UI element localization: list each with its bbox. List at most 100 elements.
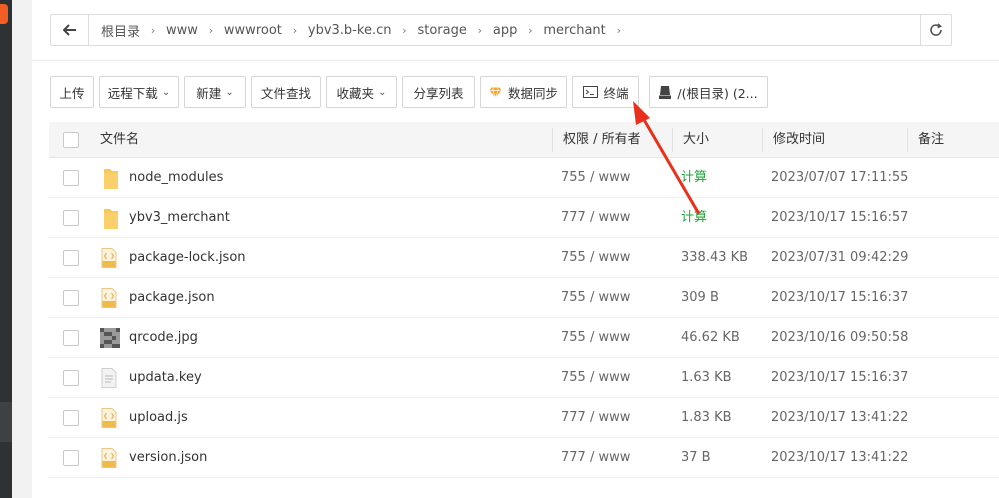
left-nav-strip [0, 0, 12, 498]
data-sync-label: 数据同步 [508, 85, 559, 101]
chevron-down-icon: ⌄ [161, 86, 171, 98]
table-row[interactable]: ybv3_merchant 777 / www 计算 2023/10/17 15:16… [49, 198, 999, 238]
table-row[interactable]: package-lock.json 755 / www 338.43 KB 2023/… [49, 238, 999, 278]
file-size: 37 B [681, 450, 711, 465]
column-divider [552, 128, 553, 152]
disk-button[interactable]: /(根目录) (2... [649, 76, 768, 108]
refresh-icon [930, 23, 942, 36]
file-mtime: 2023/10/16 09:50:58 [771, 330, 909, 345]
chevron-down-icon: ⌄ [225, 86, 234, 98]
file-perm[interactable]: 755 / www [561, 158, 630, 198]
table-header: 文件名 权限 / 所有者 大小 修改时间 备注 [49, 122, 999, 158]
row-checkbox[interactable] [63, 410, 79, 426]
file-perm[interactable]: 777 / www [561, 438, 630, 478]
refresh-button[interactable] [920, 14, 952, 46]
file-size: 338.43 KB [681, 250, 749, 265]
remote-download-label: 远程下载 [107, 85, 158, 101]
gutter [12, 0, 32, 498]
chevron-right-icon: › [292, 23, 298, 37]
file-search-label: 文件查找 [261, 85, 312, 101]
chevron-right-icon: › [528, 23, 533, 37]
image-file-icon [100, 328, 120, 348]
breadcrumb-item[interactable]: ybv3.b-ke.cn [302, 23, 398, 38]
folder-icon [101, 208, 121, 229]
row-checkbox[interactable] [63, 370, 79, 386]
breadcrumb-item[interactable]: www [160, 23, 204, 38]
table-row[interactable]: upload.js 777 / www 1.83 KB 2023/10/17 13:4… [49, 398, 999, 438]
file-name[interactable]: version.json [129, 438, 207, 478]
file-name[interactable]: ybv3_merchant [129, 198, 230, 238]
favorites-label: 收藏夹 [336, 85, 375, 101]
file-mtime: 2023/10/17 13:41:22 [771, 410, 909, 425]
file-size: 309 B [681, 290, 719, 305]
calc-size-link[interactable]: 计算 [681, 198, 707, 238]
file-name[interactable]: package-lock.json [129, 238, 246, 278]
file-size: 1.83 KB [681, 410, 732, 425]
upload-button[interactable]: 上传 [50, 76, 94, 108]
data-sync-button[interactable]: 数据同步 [480, 76, 567, 108]
chevron-right-icon: › [150, 23, 156, 37]
breadcrumb-item[interactable]: 根目录 [95, 21, 146, 40]
disk-icon [659, 85, 672, 99]
header-perm[interactable]: 权限 / 所有者 [563, 122, 641, 158]
chevron-right-icon: › [402, 23, 407, 37]
file-mtime: 2023/10/17 15:16:57 [771, 210, 909, 225]
file-perm[interactable]: 777 / www [561, 198, 630, 238]
row-checkbox[interactable] [63, 330, 79, 346]
table-row[interactable]: updata.key 755 / www 1.63 KB 2023/10/17 15:… [49, 358, 999, 398]
diamond-icon [489, 86, 502, 98]
file-mtime: 2023/10/17 15:16:37 [771, 290, 909, 305]
table-row[interactable]: qrcode.jpg 755 / www 46.62 KB 2023/10/16 09… [49, 318, 999, 358]
header-size[interactable]: 大小 [683, 122, 709, 158]
upload-label: 上传 [59, 85, 85, 101]
row-checkbox[interactable] [63, 250, 79, 266]
table-row[interactable]: version.json 777 / www 37 B 2023/10/17 13:4… [49, 438, 999, 478]
file-perm[interactable]: 777 / www [561, 398, 630, 438]
file-mtime: 2023/10/17 13:41:22 [771, 450, 909, 465]
file-name[interactable]: package.json [129, 278, 215, 318]
breadcrumb-item[interactable]: storage [411, 23, 472, 38]
text-file-icon [100, 368, 120, 388]
remote-download-button[interactable]: 远程下载 ⌄ [99, 76, 179, 108]
row-checkbox[interactable] [63, 210, 79, 226]
new-label: 新建 [196, 85, 222, 101]
row-checkbox[interactable] [63, 170, 79, 186]
header-mtime[interactable]: 修改时间 [773, 122, 825, 158]
header-name[interactable]: 文件名 [100, 122, 139, 158]
terminal-icon [582, 86, 598, 98]
back-button[interactable] [51, 15, 89, 45]
file-name[interactable]: node_modules [129, 158, 223, 198]
favorites-button[interactable]: 收藏夹 ⌄ [326, 76, 397, 108]
toolbar: 上传 远程下载 ⌄ 新建 ⌄ 文件查找 收藏夹 ⌄ 分享列表 数据同步 终端 /(根目… [50, 76, 773, 108]
terminal-label: 终端 [603, 85, 629, 101]
calc-size-link[interactable]: 计算 [681, 158, 707, 198]
file-name[interactable]: upload.js [129, 398, 188, 438]
breadcrumb-item[interactable]: merchant [537, 23, 611, 38]
chevron-down-icon: ⌄ [378, 86, 387, 98]
new-button[interactable]: 新建 ⌄ [184, 76, 246, 108]
breadcrumb-item[interactable]: app [487, 23, 523, 38]
row-checkbox[interactable] [63, 290, 79, 306]
file-perm[interactable]: 755 / www [561, 238, 630, 278]
row-checkbox[interactable] [63, 450, 79, 466]
logo-tab[interactable] [0, 4, 8, 24]
select-all-checkbox[interactable] [63, 132, 79, 148]
file-perm[interactable]: 755 / www [561, 278, 630, 318]
table-row[interactable]: package.json 755 / www 309 B 2023/10/17 15:… [49, 278, 999, 318]
share-list-button[interactable]: 分享列表 [402, 76, 475, 108]
file-perm[interactable]: 755 / www [561, 318, 630, 358]
terminal-button[interactable]: 终端 [572, 76, 639, 108]
file-size: 46.62 KB [681, 330, 740, 345]
header-note: 备注 [918, 132, 945, 147]
file-name[interactable]: updata.key [129, 358, 202, 398]
table-row[interactable]: node_modules 755 / www 计算 2023/07/07 17:11:… [49, 158, 999, 198]
file-perm[interactable]: 755 / www [561, 358, 630, 398]
file-name[interactable]: qrcode.jpg [129, 318, 198, 358]
file-search-button[interactable]: 文件查找 [251, 76, 321, 108]
disk-label: /(根目录) (2... [677, 85, 758, 101]
code-file-icon [100, 408, 120, 428]
file-manager-panel: 根目录 › www › wwwroot › ybv3.b-ke.cn › storage › app… [32, 0, 999, 498]
breadcrumb-item[interactable]: wwwroot [218, 23, 288, 38]
file-size: 1.63 KB [681, 370, 732, 385]
file-mtime: 2023/07/07 17:11:55 [771, 170, 909, 185]
